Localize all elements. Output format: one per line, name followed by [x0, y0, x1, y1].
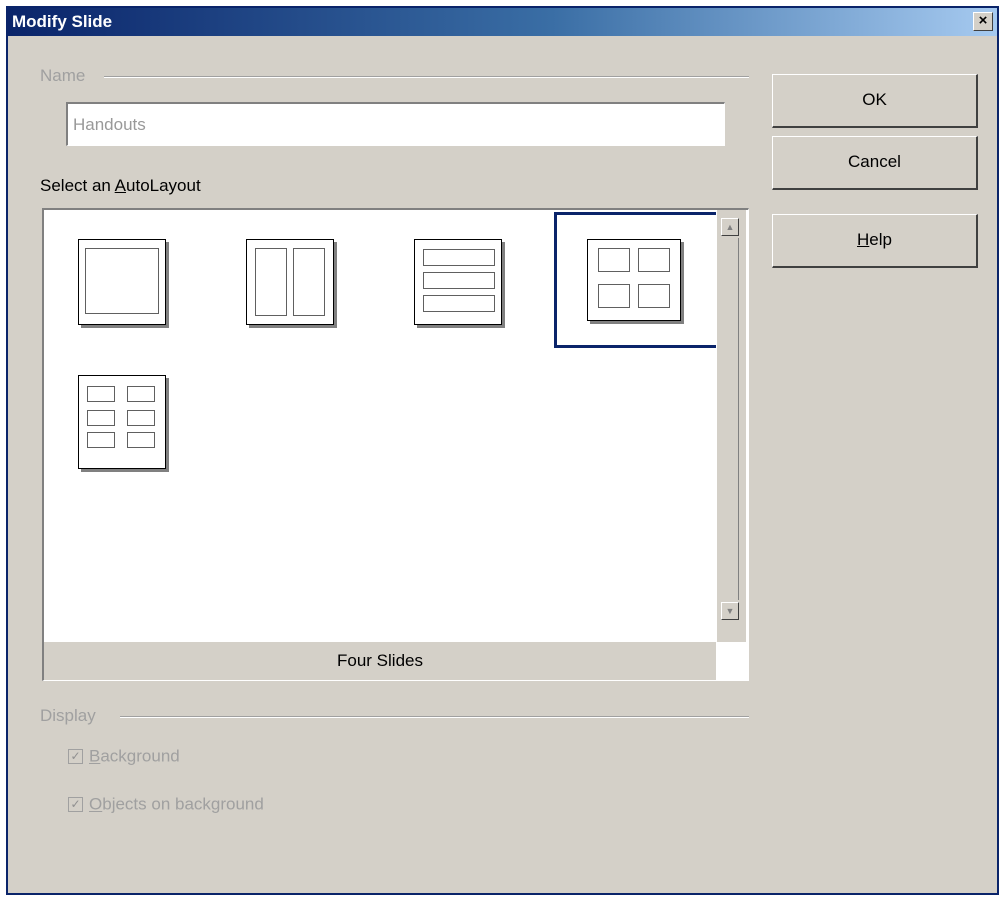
objects-on-background-label: Objects on background	[89, 794, 264, 814]
display-group-separator	[120, 716, 749, 718]
cancel-button[interactable]: Cancel	[772, 136, 978, 190]
layout-three-slides[interactable]	[402, 226, 512, 336]
close-button[interactable]: ×	[973, 12, 993, 31]
close-icon: ×	[978, 12, 988, 29]
layout-two-icon	[246, 239, 334, 325]
scroll-down-button[interactable]: ▼	[721, 602, 739, 620]
layout-three-icon	[414, 239, 502, 325]
title-bar[interactable]: Modify Slide ×	[8, 8, 997, 36]
layout-one-slide[interactable]	[66, 226, 176, 336]
name-group-label: Name	[40, 66, 92, 86]
layout-four-icon	[587, 239, 681, 321]
layout-scrollbar[interactable]: ▲ ▼	[716, 210, 746, 642]
background-checkbox-icon: ✓	[68, 749, 83, 765]
layout-two-slides[interactable]	[234, 226, 344, 336]
name-field[interactable]	[66, 102, 725, 146]
layout-caption: Four Slides	[44, 642, 716, 680]
layout-six-icon	[78, 375, 166, 469]
layout-one-icon	[78, 239, 166, 325]
autolayout-list[interactable]: ▲ ▼ Four Slides	[42, 208, 749, 681]
dialog-title: Modify Slide	[12, 12, 113, 31]
layout-four-slides[interactable]	[554, 212, 720, 348]
objects-checkbox-icon: ✓	[68, 797, 83, 813]
background-checkbox[interactable]: ✓ Background	[68, 746, 180, 767]
ok-button[interactable]: OK	[772, 74, 978, 128]
background-label: Background	[89, 746, 180, 766]
modify-slide-dialog: Modify Slide × Name Select an AutoLayout	[6, 6, 999, 895]
help-button[interactable]: Help	[772, 214, 978, 268]
display-group-label: Display	[40, 706, 102, 726]
scroll-up-icon: ▲	[725, 222, 735, 232]
scroll-down-icon: ▼	[725, 606, 735, 616]
objects-on-background-checkbox[interactable]: ✓ Objects on background	[68, 794, 264, 815]
autolayout-label: Select an AutoLayout	[40, 176, 201, 195]
name-group-separator	[104, 76, 749, 78]
scroll-track[interactable]	[721, 238, 739, 600]
scroll-up-button[interactable]: ▲	[721, 218, 739, 236]
layout-six-slides[interactable]	[66, 368, 176, 478]
